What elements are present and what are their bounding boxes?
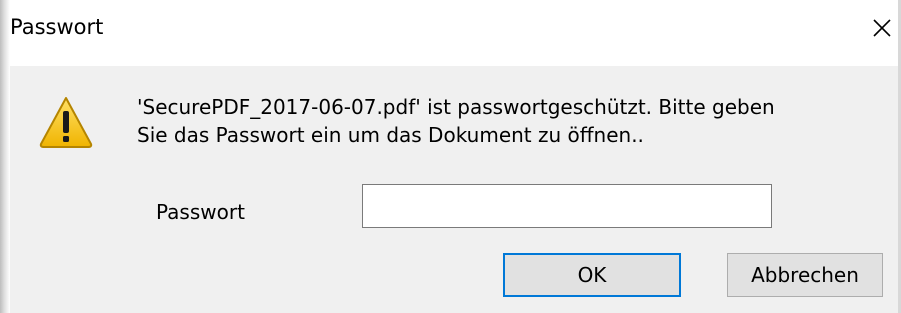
ok-button[interactable]: OK [503,253,681,297]
window-shadow [0,0,10,313]
message-text: 'SecurePDF_2017-06-07.pdf' ist passwortg… [137,93,857,149]
password-dialog: Passwort 'SecurePDF_2017-06-07.pdf' ist … [0,0,901,313]
cancel-button[interactable]: Abbrechen [727,253,883,297]
password-input[interactable] [362,184,772,228]
title-bar[interactable]: Passwort [10,0,898,66]
message-line-1: 'SecurePDF_2017-06-07.pdf' ist passwortg… [137,95,775,119]
close-button[interactable] [862,10,898,46]
close-icon [873,19,891,37]
warning-icon [39,97,93,148]
window-title: Passwort [10,15,104,39]
message-line-2: Sie das Passwort ein um das Dokument zu … [137,123,644,147]
dialog-content: 'SecurePDF_2017-06-07.pdf' ist passwortg… [10,66,898,313]
password-label: Passwort [156,200,245,224]
